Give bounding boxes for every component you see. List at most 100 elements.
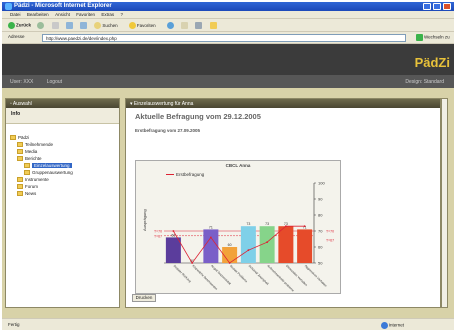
folder-icon <box>17 177 23 183</box>
chart-bar <box>203 229 219 263</box>
address-input[interactable]: http://www.paedzi.de/dev/index.php <box>42 34 406 42</box>
folder-button[interactable] <box>209 22 218 29</box>
folder-icon <box>24 163 30 169</box>
tree-item-label: Pädzi <box>18 135 30 140</box>
app-logo: PädZi <box>414 55 450 70</box>
left-panel-header: ▫ Auswahl <box>6 99 119 108</box>
folder-icon <box>17 149 23 155</box>
tree-item-label: Media <box>25 149 38 154</box>
menu-bar: Datei Bearbeiten Ansicht Favoriten Extra… <box>2 11 454 19</box>
y-axis-label: Ausprägung <box>142 209 147 231</box>
x-tick-label: Soziale Probleme <box>229 264 249 284</box>
history-icon <box>166 22 174 29</box>
left-panel: ▫ Auswahl Info Pädzi Teilnehmende Media Ber… <box>5 98 120 308</box>
menu-datei[interactable]: Datei <box>10 12 21 17</box>
tree-item[interactable]: Media <box>10 148 119 155</box>
y-tick-label: 100 <box>318 181 325 186</box>
window-titlebar: Pädzi - Microsoft Internet Explorer <box>2 2 454 11</box>
user-bar: User: XXX Logout Design: Standard <box>2 75 454 88</box>
y-tick-label: 60 <box>318 245 323 250</box>
menu-extras[interactable]: Extras <box>101 12 114 17</box>
bar-value-label: 60 <box>228 243 232 247</box>
series-point <box>266 241 269 244</box>
tree-item[interactable]: Einzelauswertung <box>10 162 119 169</box>
home-button[interactable] <box>80 22 88 29</box>
internet-zone-label: Internet <box>380 322 404 329</box>
menu-help[interactable]: ? <box>121 12 124 17</box>
tree-item-label: Instrumente <box>25 177 49 182</box>
design-label[interactable]: Design: Standard <box>405 79 444 85</box>
folder-icon <box>17 142 23 148</box>
left-panel-title: Auswahl <box>12 101 32 107</box>
toolbar: Zurück Suchen Favoriten <box>2 19 454 32</box>
info-box: Info <box>6 108 119 124</box>
chart-bar <box>278 226 294 263</box>
y-tick-label: 50 <box>318 261 323 266</box>
globe-icon <box>380 322 388 329</box>
app-banner: PädZi <box>2 44 454 75</box>
back-label: Zurück <box>16 22 32 28</box>
print-button[interactable] <box>195 22 203 29</box>
print-button[interactable]: Drucken <box>132 294 156 302</box>
tree-item[interactable]: Forum <box>10 183 119 190</box>
ie-icon <box>5 3 12 10</box>
chart-bar <box>165 237 181 263</box>
close-button[interactable] <box>443 3 451 10</box>
chart-bar <box>297 229 313 263</box>
status-bar: Fertig Internet <box>2 318 454 330</box>
address-url: http://www.paedzi.de/dev/index.php <box>46 36 117 41</box>
go-arrow-icon <box>416 34 423 41</box>
refresh-button[interactable] <box>65 22 74 29</box>
tree-item[interactable]: Teilnehmende <box>10 141 119 148</box>
mail-button[interactable] <box>181 22 189 29</box>
bar-value-label: 73 <box>246 222 250 226</box>
series-point <box>209 236 212 239</box>
stop-icon <box>51 22 59 29</box>
minimize-button[interactable] <box>423 3 431 10</box>
maximize-button[interactable] <box>433 3 441 10</box>
reference-line-label-right: T=70 <box>326 230 334 234</box>
x-tick-label: Schizoid/ Zwanghaft <box>248 264 270 286</box>
search-icon <box>94 22 102 29</box>
vertical-scrollbar[interactable] <box>441 98 448 308</box>
window-title: Pädzi - Microsoft Internet Explorer <box>14 3 112 9</box>
folder-icon <box>17 156 23 162</box>
tree-item[interactable]: Gruppenauswertung <box>10 169 119 176</box>
reference-line-label: T=70 <box>154 230 162 234</box>
bar-value-label: 71 <box>209 225 213 229</box>
chart-container: CBCL Anna Erstbefragung 50 60 70 80 90 100 Aus… <box>135 160 341 294</box>
menu-favoriten[interactable]: Favoriten <box>76 12 95 17</box>
forward-button[interactable] <box>37 22 45 29</box>
chart-bar <box>240 226 256 263</box>
reference-line-label: T=67 <box>154 234 162 238</box>
menu-ansicht[interactable]: Ansicht <box>55 12 70 17</box>
stop-button[interactable] <box>51 22 60 29</box>
tree-item[interactable]: Berichte <box>10 155 119 162</box>
back-button[interactable]: Zurück <box>8 22 31 29</box>
search-button[interactable]: Suchen <box>94 22 122 29</box>
tree-item-label: Gruppenauswertung <box>32 170 73 175</box>
tree-item-label: Teilnehmende <box>25 142 54 147</box>
tree-item-label: Einzelauswertung <box>32 163 72 168</box>
logout-link[interactable]: Logout <box>47 79 62 85</box>
series-point <box>247 249 250 252</box>
history-button[interactable] <box>166 22 175 29</box>
folder-icon <box>10 135 16 141</box>
zone-text: Internet <box>388 322 404 328</box>
folder-icon <box>24 170 30 176</box>
tree-item[interactable]: Pädzi <box>10 134 119 141</box>
tree-item[interactable]: Instrumente <box>10 176 119 183</box>
forward-arrow-icon <box>37 22 45 29</box>
page-title: Aktuelle Befragung vom 29.12.2005 <box>135 112 261 121</box>
y-tick-label: 90 <box>318 197 323 202</box>
folder-icon <box>17 184 23 190</box>
favorites-button[interactable]: Favoriten <box>128 22 161 29</box>
go-button[interactable]: Wechseln zu <box>416 34 450 41</box>
series-point <box>303 225 306 228</box>
back-arrow-icon <box>8 22 15 29</box>
tree-item[interactable]: News <box>10 190 119 197</box>
star-icon <box>128 22 136 29</box>
tree-item-label: Berichte <box>25 156 42 161</box>
main-panel-header: ▾ Einzelauswertung für Anna <box>126 99 440 108</box>
menu-bearbeiten[interactable]: Bearbeiten <box>27 12 49 17</box>
